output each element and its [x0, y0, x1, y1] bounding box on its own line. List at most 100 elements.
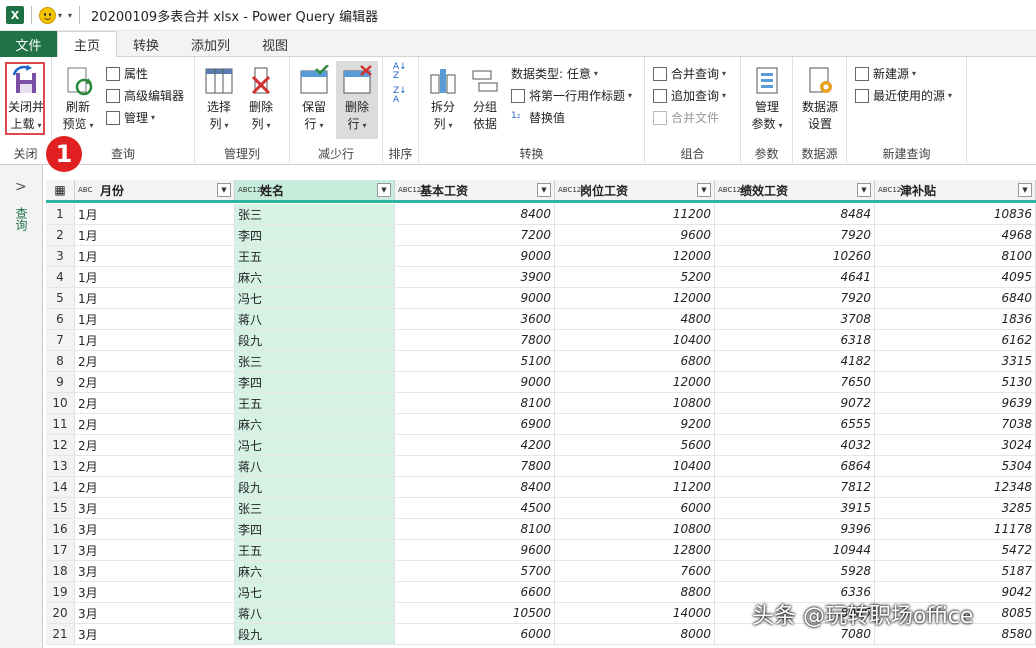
column-header[interactable]: ABC123 绩效工资 ▼	[715, 180, 875, 200]
tab-transform[interactable]: 转换	[117, 31, 175, 57]
table-row[interactable]: 7 1月 段九 7800 10400 6318 6162	[46, 330, 1036, 351]
table-cell[interactable]: 张三	[235, 204, 395, 224]
table-cell[interactable]: 4032	[715, 435, 875, 455]
recent-sources-button[interactable]: 最近使用的源 ▾	[855, 87, 952, 104]
table-cell[interactable]: 11200	[555, 477, 715, 497]
table-row[interactable]: 5 1月 冯七 9000 12000 7920 6840	[46, 288, 1036, 309]
table-cell[interactable]: 2月	[75, 435, 235, 455]
table-cell[interactable]: 11178	[875, 519, 1036, 539]
table-cell[interactable]: 7800	[395, 456, 555, 476]
table-cell[interactable]: 5304	[875, 456, 1036, 476]
group-by-button[interactable]: 分组 依据	[467, 65, 503, 133]
filter-dropdown-icon[interactable]: ▼	[537, 183, 551, 197]
table-cell[interactable]: 9600	[395, 540, 555, 560]
table-cell[interactable]: 6000	[555, 498, 715, 518]
table-cell[interactable]: 麻六	[235, 414, 395, 434]
tab-file[interactable]: 文件	[0, 31, 57, 57]
table-cell[interactable]: 3900	[395, 267, 555, 287]
table-cell[interactable]: 1月	[75, 309, 235, 329]
filter-active-icon[interactable]: ▼	[377, 183, 391, 197]
table-cell[interactable]: 王五	[235, 540, 395, 560]
table-cell[interactable]: 6000	[395, 624, 555, 644]
table-cell[interactable]: 3315	[875, 351, 1036, 371]
table-cell[interactable]: 10800	[555, 519, 715, 539]
choose-columns-button[interactable]: 选择 列 ▾	[201, 65, 237, 134]
table-cell[interactable]: 7200	[395, 225, 555, 245]
table-cell[interactable]: 12000	[555, 372, 715, 392]
filter-dropdown-icon[interactable]: ▼	[697, 183, 711, 197]
table-cell[interactable]: 段九	[235, 624, 395, 644]
table-cell[interactable]: 4200	[395, 435, 555, 455]
table-cell[interactable]: 蒋八	[235, 309, 395, 329]
table-cell[interactable]: 1月	[75, 267, 235, 287]
table-cell[interactable]: 2月	[75, 414, 235, 434]
table-cell[interactable]: 3915	[715, 498, 875, 518]
table-cell[interactable]: 6162	[875, 330, 1036, 350]
table-row[interactable]: 10 2月 王五 8100 10800 9072 9639	[46, 393, 1036, 414]
table-cell[interactable]: 10400	[555, 456, 715, 476]
combine-files-button[interactable]: 合并文件	[653, 109, 719, 126]
replace-values-button[interactable]: 1₂ 替换值	[511, 109, 565, 126]
table-cell[interactable]: 8400	[395, 204, 555, 224]
refresh-preview-button[interactable]: 刷新 预览 ▾	[58, 65, 98, 134]
column-header[interactable]: ABC123 津补贴 ▼	[875, 180, 1036, 200]
table-cell[interactable]: 12000	[555, 246, 715, 266]
table-cell[interactable]: 9600	[555, 225, 715, 245]
table-cell[interactable]: 8000	[555, 624, 715, 644]
data-source-settings-button[interactable]: 数据源 设置	[797, 65, 843, 133]
table-cell[interactable]: 7812	[715, 477, 875, 497]
table-cell[interactable]: 王五	[235, 246, 395, 266]
table-row[interactable]: 6 1月 蒋八 3600 4800 3708 1836	[46, 309, 1036, 330]
table-row[interactable]: 9 2月 李四 9000 12000 7650 5130	[46, 372, 1036, 393]
table-cell[interactable]: 3月	[75, 498, 235, 518]
table-cell[interactable]: 6318	[715, 330, 875, 350]
column-header[interactable]: ABC 月份 ▼	[75, 180, 235, 200]
table-cell[interactable]: 2月	[75, 456, 235, 476]
table-cell[interactable]: 5700	[395, 561, 555, 581]
table-cell[interactable]: 李四	[235, 225, 395, 245]
table-menu-icon[interactable]: ▦	[46, 180, 75, 200]
table-row[interactable]: 18 3月 麻六 5700 7600 5928 5187	[46, 561, 1036, 582]
qat-dropdown-icon[interactable]: ▾	[58, 11, 62, 20]
table-row[interactable]: 1 1月 张三 8400 11200 8484 10836	[46, 204, 1036, 225]
table-cell[interactable]: 1月	[75, 225, 235, 245]
table-row[interactable]: 17 3月 王五 9600 12800 10944 5472	[46, 540, 1036, 561]
table-cell[interactable]: 9072	[715, 393, 875, 413]
table-cell[interactable]: 8100	[395, 393, 555, 413]
table-cell[interactable]: 8100	[875, 246, 1036, 266]
table-cell[interactable]: 3月	[75, 603, 235, 623]
table-cell[interactable]: 10500	[395, 603, 555, 623]
table-cell[interactable]: 10836	[875, 204, 1036, 224]
merge-queries-button[interactable]: 合并查询 ▾	[653, 65, 726, 82]
column-header[interactable]: ABC123 姓名 ▼	[235, 180, 395, 200]
table-cell[interactable]: 5187	[875, 561, 1036, 581]
table-cell[interactable]: 7920	[715, 225, 875, 245]
table-cell[interactable]: 3月	[75, 624, 235, 644]
table-cell[interactable]: 5928	[715, 561, 875, 581]
table-cell[interactable]: 4800	[555, 309, 715, 329]
table-cell[interactable]: 3024	[875, 435, 1036, 455]
table-cell[interactable]: 5130	[875, 372, 1036, 392]
table-cell[interactable]: 1月	[75, 330, 235, 350]
table-cell[interactable]: 8484	[715, 204, 875, 224]
table-cell[interactable]: 4182	[715, 351, 875, 371]
table-cell[interactable]: 9639	[875, 393, 1036, 413]
table-cell[interactable]: 3600	[395, 309, 555, 329]
table-cell[interactable]: 麻六	[235, 267, 395, 287]
table-cell[interactable]: 7920	[715, 288, 875, 308]
table-cell[interactable]: 3708	[715, 309, 875, 329]
table-row[interactable]: 13 2月 蒋八 7800 10400 6864 5304	[46, 456, 1036, 477]
column-header[interactable]: ABC123 岗位工资 ▼	[555, 180, 715, 200]
sort-descending-button[interactable]: Z↓ A	[393, 87, 407, 105]
table-cell[interactable]: 段九	[235, 477, 395, 497]
table-cell[interactable]: 1836	[875, 309, 1036, 329]
table-cell[interactable]: 9000	[395, 246, 555, 266]
table-cell[interactable]: 12348	[875, 477, 1036, 497]
table-cell[interactable]: 李四	[235, 372, 395, 392]
table-row[interactable]: 2 1月 李四 7200 9600 7920 4968	[46, 225, 1036, 246]
table-cell[interactable]: 6900	[395, 414, 555, 434]
table-cell[interactable]: 10260	[715, 246, 875, 266]
table-cell[interactable]: 3285	[875, 498, 1036, 518]
table-cell[interactable]: 6864	[715, 456, 875, 476]
table-cell[interactable]: 5200	[555, 267, 715, 287]
